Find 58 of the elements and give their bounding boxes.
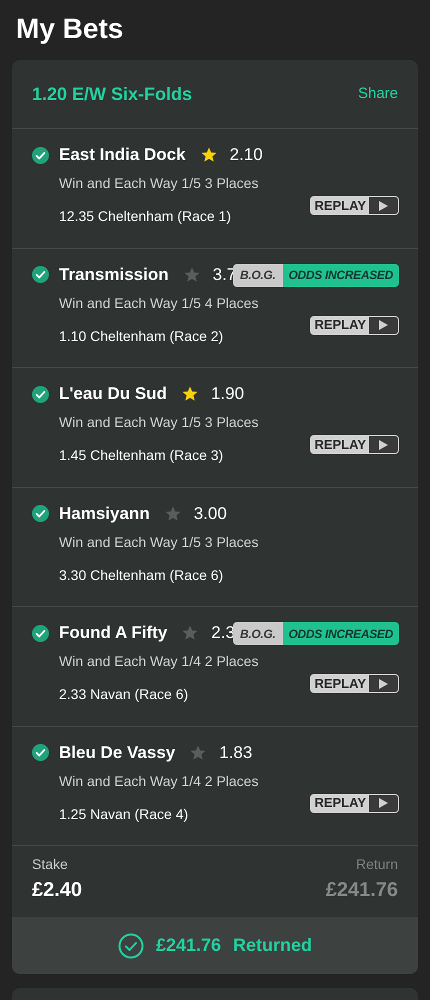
- star-icon[interactable]: [164, 504, 182, 522]
- replay-button[interactable]: REPLAY: [310, 674, 399, 693]
- return-amount: £241.76: [326, 878, 398, 903]
- replay-button[interactable]: REPLAY: [310, 435, 399, 454]
- event-text: 1.10 Cheltenham (Race 2): [58, 326, 224, 346]
- market-text: Win and Each Way 1/5 3 Places: [58, 532, 260, 552]
- bog-label: B.O.G.: [232, 622, 283, 645]
- selection-name: Transmission: [59, 264, 169, 286]
- odds: 1.90: [210, 383, 244, 406]
- returned-amount: £241.76: [156, 934, 222, 957]
- odds-increased-label: ODDS INCREASED: [282, 264, 399, 286]
- selection-name: L'eau Du Sud: [59, 383, 167, 406]
- market-text: Win and Each Way 1/4 2 Places: [58, 772, 260, 791]
- market-text: Win and Each Way 1/4 2 Places: [58, 652, 260, 671]
- odds-increased-label: ODDS INCREASED: [282, 622, 399, 645]
- star-icon[interactable]: [189, 744, 208, 762]
- play-icon: [379, 320, 388, 330]
- event-text: 1.25 Navan (Race 4): [58, 804, 190, 824]
- returned-label: Returned: [233, 934, 312, 957]
- star-icon[interactable]: [180, 385, 199, 403]
- page-title: My Bets: [15, 12, 124, 46]
- bet-title: 1.20 E/W Six-Folds: [32, 82, 192, 106]
- market-text: Win and Each Way 1/5 4 Places: [58, 294, 260, 313]
- star-icon[interactable]: [182, 266, 201, 284]
- odds: 1.83: [219, 742, 252, 764]
- market-text: Win and Each Way 1/5 3 Places: [58, 174, 260, 193]
- replay-button[interactable]: REPLAY: [310, 794, 399, 812]
- check-icon: [32, 624, 49, 642]
- replay-button[interactable]: REPLAY: [310, 316, 399, 334]
- check-icon: [32, 505, 49, 522]
- stake-label: Stake: [32, 855, 69, 874]
- play-icon: [379, 440, 388, 450]
- event-text: 3.30 Cheltenham (Race 6): [58, 566, 224, 585]
- event-text: 12.35 Cheltenham (Race 1): [58, 207, 232, 226]
- event-text: 2.33 Navan (Race 6): [58, 685, 190, 704]
- share-button[interactable]: Share: [358, 82, 398, 106]
- play-icon: [379, 798, 388, 808]
- check-circle-icon: [118, 932, 144, 958]
- check-icon: [32, 266, 49, 283]
- event-text: 1.45 Cheltenham (Race 3): [58, 446, 224, 465]
- odds: 2.10: [230, 144, 263, 166]
- selection-name: Bleu De Vassy: [59, 742, 176, 764]
- selection-name: East India Dock: [59, 144, 186, 166]
- odds: 3.00: [194, 502, 227, 525]
- selection-name: Hamsiyann: [59, 502, 150, 525]
- replay-button[interactable]: REPLAY: [310, 196, 399, 215]
- check-icon: [32, 146, 49, 164]
- star-icon[interactable]: [200, 146, 218, 164]
- play-icon: [379, 678, 388, 688]
- bog-label: B.O.G.: [232, 264, 283, 286]
- return-label: Return: [356, 855, 398, 874]
- market-text: Win and Each Way 1/5 3 Places: [58, 413, 260, 432]
- check-icon: [32, 386, 49, 402]
- selection-name: Found A Fifty: [59, 622, 168, 644]
- play-icon: [379, 200, 388, 210]
- check-icon: [32, 744, 49, 761]
- stake-amount: £2.40: [32, 878, 82, 903]
- star-icon[interactable]: [181, 624, 200, 642]
